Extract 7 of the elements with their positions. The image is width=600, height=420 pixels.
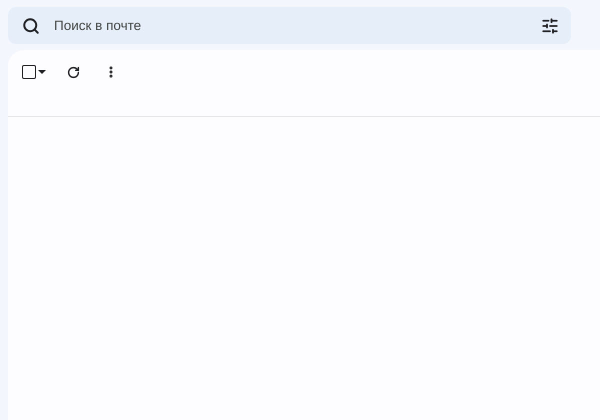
search-field[interactable]: Поиск в почте	[8, 7, 571, 44]
filter-icon[interactable]	[541, 16, 559, 34]
caret-icon	[38, 70, 46, 74]
search-icon[interactable]	[22, 16, 40, 34]
select-checkbox[interactable]	[22, 65, 36, 79]
search-input[interactable]: Поиск в почте	[52, 17, 529, 34]
refresh-icon	[66, 66, 80, 78]
